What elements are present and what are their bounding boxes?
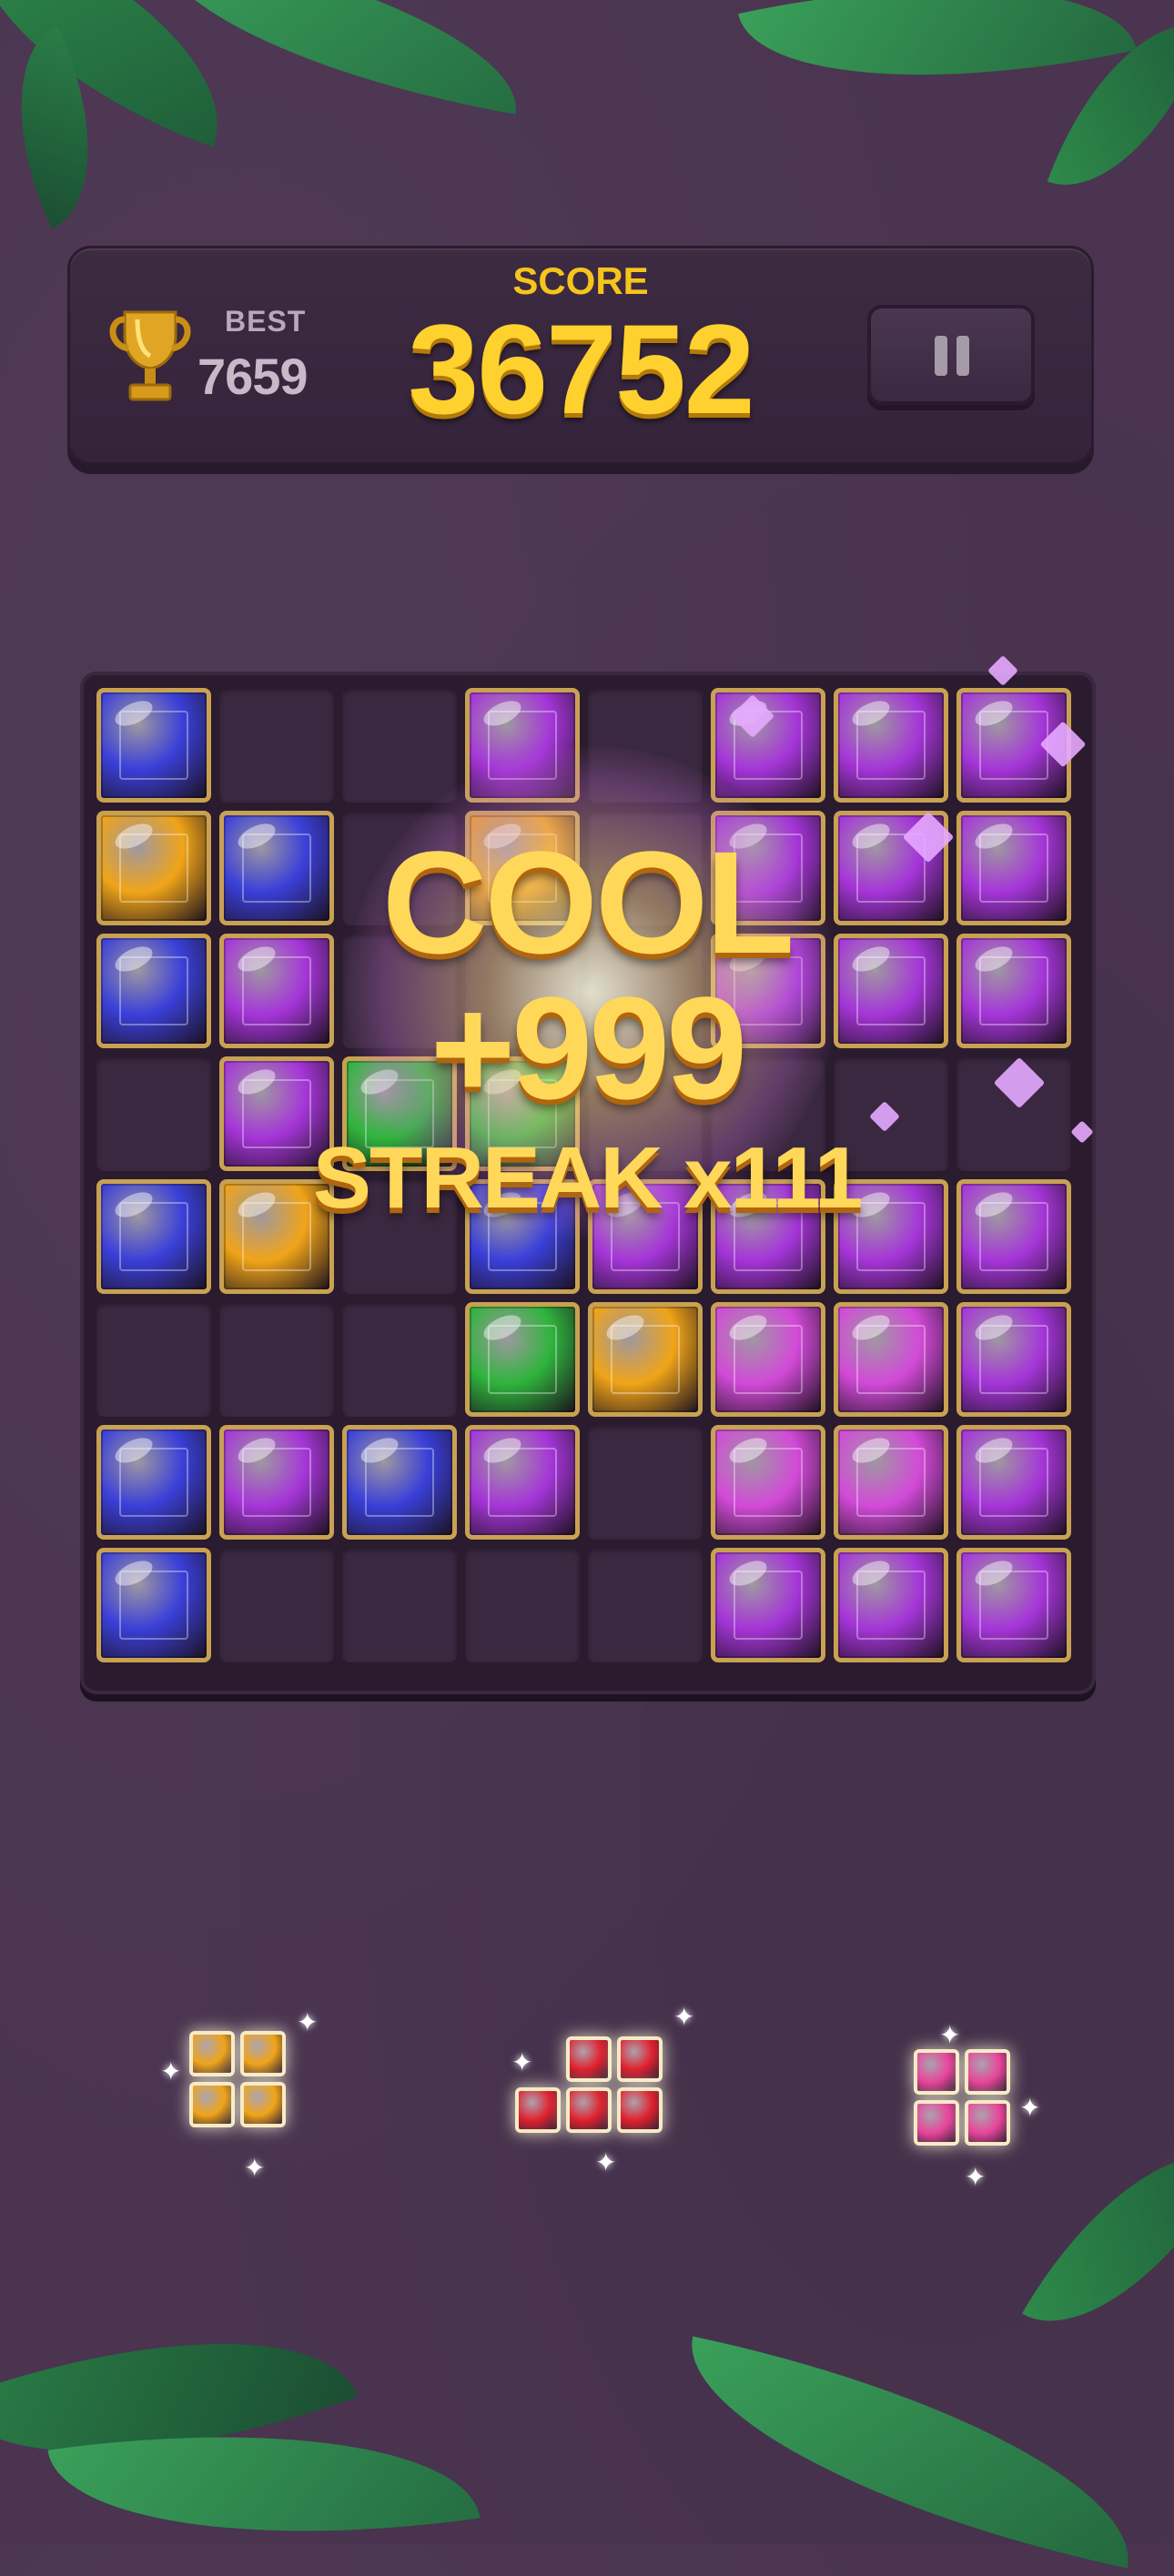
piece-block-yellow xyxy=(189,2082,235,2127)
pause-icon-bar xyxy=(956,336,969,376)
gem-block-blue xyxy=(96,1548,211,1662)
gem-block-blue xyxy=(96,1425,211,1540)
sparkle-star-icon: ✦ xyxy=(160,2057,182,2086)
sparkle-star-icon: ✦ xyxy=(965,2163,987,2191)
gem-block-purple xyxy=(465,1425,580,1540)
board-cell-empty[interactable] xyxy=(342,1548,457,1662)
board-cell-empty[interactable] xyxy=(588,1425,703,1540)
gem-block-purple xyxy=(465,688,580,803)
board-cell-empty[interactable] xyxy=(465,1548,580,1662)
score-panel: BEST 7659 SCORE 36752 xyxy=(67,246,1094,465)
gem-block-magenta xyxy=(711,1302,825,1417)
combo-rating-text: COOL xyxy=(381,821,794,984)
gem-block-blue xyxy=(342,1425,457,1540)
board-cell-empty[interactable] xyxy=(96,1302,211,1417)
piece-block-yellow xyxy=(240,2082,286,2127)
piece-block-red xyxy=(566,2087,612,2133)
gem-block-green xyxy=(465,1302,580,1417)
piece-block-red xyxy=(566,2036,612,2082)
gem-block-magenta xyxy=(834,1302,948,1417)
board-cell-empty[interactable] xyxy=(219,1548,334,1662)
piece-block-red xyxy=(617,2036,663,2082)
pause-icon xyxy=(935,336,947,376)
sparkle-star-icon: ✦ xyxy=(939,2021,961,2049)
piece-block-pink xyxy=(914,2100,959,2146)
piece-block-pink xyxy=(965,2100,1010,2146)
score-label: SCORE xyxy=(512,259,649,302)
piece-block-pink xyxy=(914,2049,959,2095)
gem-block-magenta xyxy=(711,1425,825,1540)
piece-block-red xyxy=(515,2087,561,2133)
gem-block-blue xyxy=(96,688,211,803)
board-cell-empty[interactable] xyxy=(219,1302,334,1417)
sparkle-star-icon: ✦ xyxy=(297,2008,319,2036)
gem-block-purple xyxy=(834,1548,948,1662)
sparkle-star-icon: ✦ xyxy=(511,2048,533,2076)
leaf-decoration-bottom-right xyxy=(664,2336,1156,2569)
board-cell-empty[interactable] xyxy=(342,1302,457,1417)
board-cell-empty[interactable] xyxy=(588,1548,703,1662)
piece-block-pink xyxy=(965,2049,1010,2095)
gem-block-purple xyxy=(956,1302,1071,1417)
combo-points-text: +999 xyxy=(430,966,747,1129)
sparkle-star-icon: ✦ xyxy=(595,2148,617,2177)
gem-block-purple xyxy=(219,1425,334,1540)
gem-block-purple xyxy=(711,1548,825,1662)
gem-block-magenta xyxy=(834,1425,948,1540)
streak-text: STREAK x111 xyxy=(312,1129,863,1227)
gem-block-purple xyxy=(956,1548,1071,1662)
gem-block-purple xyxy=(956,1425,1071,1540)
gem-block-yellow xyxy=(588,1302,703,1417)
board-cell-empty[interactable] xyxy=(342,688,457,803)
pause-button[interactable] xyxy=(867,305,1035,405)
board-cell-empty[interactable] xyxy=(588,688,703,803)
piece-block-red xyxy=(617,2087,663,2133)
sparkle-star-icon: ✦ xyxy=(1019,2094,1041,2122)
piece-block-yellow xyxy=(189,2031,235,2076)
leaf-decoration-top-right xyxy=(738,0,1137,130)
sparkle-star-icon: ✦ xyxy=(673,2003,695,2031)
sparkle-star-icon: ✦ xyxy=(244,2154,266,2182)
leaf-decoration-bottom-right-2 xyxy=(1022,2108,1174,2369)
board-cell-empty[interactable] xyxy=(219,688,334,803)
piece-block-yellow xyxy=(240,2031,286,2076)
gem-block-purple xyxy=(711,688,825,803)
gem-block-purple xyxy=(834,688,948,803)
